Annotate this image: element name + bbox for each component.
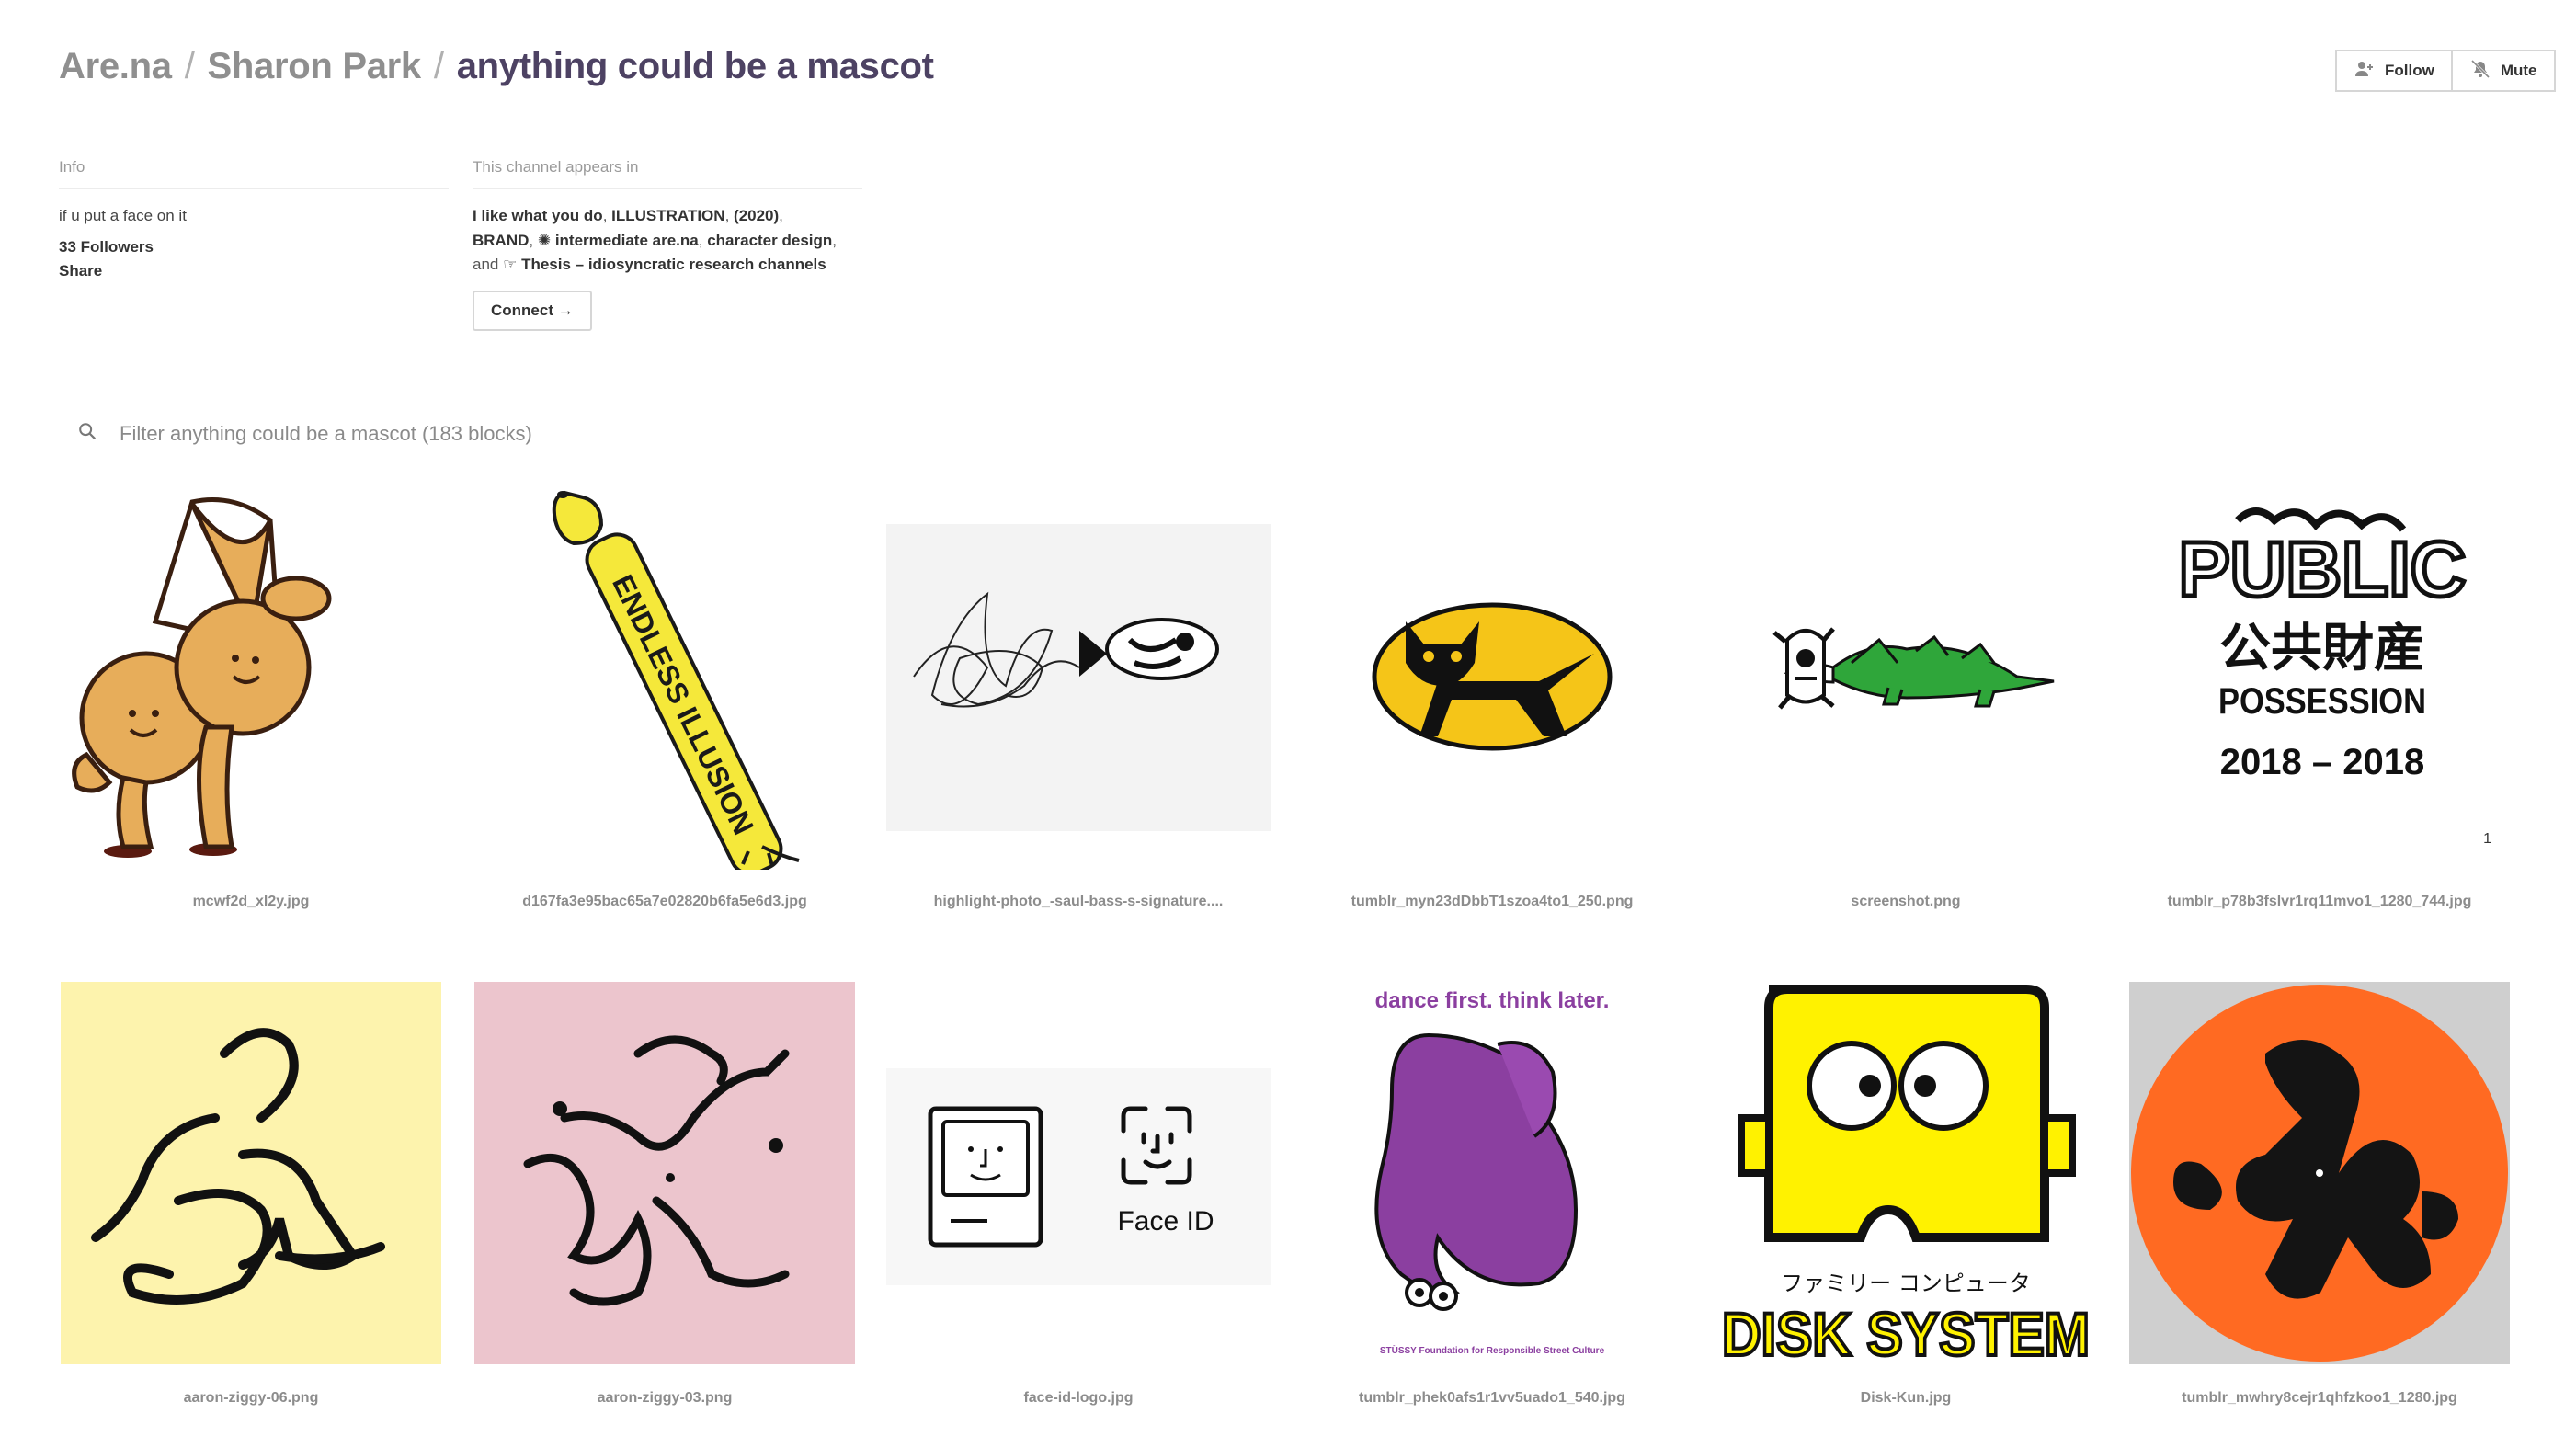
- share-link[interactable]: Share: [59, 259, 449, 283]
- endless-illusion-dachshund-icon: ENDLESS ILLUSION: [552, 490, 800, 870]
- block-item[interactable]: tumblr_myn23dDbbT1szoa4to1_250.png: [1300, 484, 1684, 980]
- block-thumbnail[interactable]: [1300, 484, 1684, 870]
- mute-icon: [2469, 58, 2491, 85]
- follow-button[interactable]: Follow: [2335, 50, 2453, 92]
- block-caption[interactable]: mcwf2d_xl2y.jpg: [59, 894, 443, 910]
- block-thumbnail[interactable]: [59, 484, 443, 870]
- svg-text:PUBLIC: PUBLIC: [2179, 526, 2467, 612]
- block-caption[interactable]: Disk-Kun.jpg: [1714, 1390, 2098, 1407]
- signature-fish-icon: [886, 524, 1271, 831]
- connect-button[interactable]: Connect →: [473, 290, 592, 331]
- breadcrumb-separator: /: [433, 46, 444, 86]
- crocodile-eating-person-icon: [1772, 627, 2055, 710]
- block-item[interactable]: ファミリー コンピュータ DISK SYSTEM Disk-Kun.jpg: [1714, 980, 2098, 1436]
- blocks-grid: mcwf2d_xl2y.jpg ENDLESS ILLUSION d167fa3…: [59, 484, 2512, 1436]
- block-count-badge: 1: [2483, 831, 2491, 847]
- block-thumbnail[interactable]: [59, 980, 443, 1366]
- channel-description: if u put a face on it: [59, 207, 187, 224]
- block-item[interactable]: ENDLESS ILLUSION d167fa3e95bac65a7e02820…: [473, 484, 857, 980]
- yamato-cat-logo-icon: [1372, 602, 1613, 751]
- svg-text:STÜSSY Foundation for Responsi: STÜSSY Foundation for Responsible Street…: [1380, 1344, 1605, 1356]
- block-caption[interactable]: face-id-logo.jpg: [886, 1390, 1271, 1407]
- block-item[interactable]: Face ID face-id-logo.jpg: [886, 980, 1271, 1436]
- svg-text:dance first. think later.: dance first. think later.: [1375, 988, 1610, 1013]
- block-item[interactable]: aaron-ziggy-06.png: [59, 980, 443, 1436]
- channel-link[interactable]: (2020): [734, 207, 779, 224]
- block-caption[interactable]: tumblr_p78b3fslvr1rq11mvo1_1280_744.jpg: [2127, 894, 2512, 910]
- block-caption[interactable]: highlight-photo_-saul-bass-s-signature..…: [886, 894, 1271, 910]
- block-item[interactable]: tumblr_mwhry8cejr1qhfzkoo1_1280.jpg: [2127, 980, 2512, 1436]
- breadcrumb-separator: /: [184, 46, 195, 86]
- block-caption[interactable]: tumblr_mwhry8cejr1qhfzkoo1_1280.jpg: [2127, 1390, 2512, 1407]
- svg-text:ファミリー コンピュータ: ファミリー コンピュータ: [1781, 1271, 2031, 1296]
- channel-actions: Follow Mute: [2335, 50, 2556, 92]
- block-thumbnail[interactable]: PUBLIC 公共財産 POSSESSION 2018 – 2018 1: [2127, 484, 2512, 870]
- svg-text:2018 – 2018: 2018 – 2018: [2220, 742, 2424, 782]
- disk-kun-icon: ファミリー コンピュータ DISK SYSTEM: [1720, 985, 2092, 1366]
- channel-title[interactable]: anything could be a mascot: [457, 46, 934, 87]
- breadcrumb-root-link[interactable]: Are.na: [59, 46, 172, 87]
- mute-label: Mute: [2500, 62, 2537, 79]
- block-caption[interactable]: tumblr_phek0afs1r1vv5uado1_540.jpg: [1300, 1390, 1684, 1407]
- block-thumbnail[interactable]: [886, 484, 1271, 870]
- block-thumbnail[interactable]: [2127, 980, 2512, 1366]
- block-caption[interactable]: d167fa3e95bac65a7e02820b6fa5e6d3.jpg: [473, 894, 857, 910]
- public-possession-logo-icon: PUBLIC 公共財産 POSSESSION 2018 – 2018: [2176, 507, 2468, 782]
- ziggy-figure-pink-icon: [474, 982, 855, 1364]
- filter-bar: [77, 421, 855, 446]
- block-thumbnail[interactable]: [1714, 484, 2098, 870]
- block-thumbnail[interactable]: ENDLESS ILLUSION: [473, 484, 857, 870]
- block-caption[interactable]: screenshot.png: [1714, 894, 2098, 910]
- block-item[interactable]: screenshot.png: [1714, 484, 2098, 980]
- followers-link[interactable]: 33 Followers: [59, 235, 449, 259]
- info-heading: Info: [59, 158, 449, 189]
- block-item[interactable]: dance first. think later. STÜSSY Foundat…: [1300, 980, 1684, 1436]
- block-thumbnail[interactable]: ファミリー コンピュータ DISK SYSTEM: [1714, 980, 2098, 1366]
- channel-link[interactable]: ☞ Thesis – idiosyncratic research channe…: [503, 256, 826, 273]
- channel-link[interactable]: I like what you do: [473, 207, 603, 224]
- block-caption[interactable]: tumblr_myn23dDbbT1szoa4to1_250.png: [1300, 894, 1684, 910]
- purple-elephant-icon: dance first. think later. STÜSSY Foundat…: [1374, 988, 1610, 1356]
- svg-text:公共財産: 公共財産: [2219, 619, 2425, 678]
- svg-text:POSSESSION: POSSESSION: [2218, 681, 2426, 722]
- svg-text:DISK SYSTEM: DISK SYSTEM: [1722, 1300, 2090, 1366]
- block-thumbnail[interactable]: [473, 980, 857, 1366]
- block-item[interactable]: highlight-photo_-saul-bass-s-signature..…: [886, 484, 1271, 980]
- block-thumbnail[interactable]: dance first. think later. STÜSSY Foundat…: [1300, 980, 1684, 1366]
- appears-in-section: This channel appears in I like what you …: [473, 158, 862, 331]
- channel-link[interactable]: ILLUSTRATION: [611, 207, 724, 224]
- block-caption[interactable]: aaron-ziggy-03.png: [473, 1390, 857, 1407]
- mute-button[interactable]: Mute: [2450, 50, 2556, 92]
- add-user-icon: [2354, 58, 2376, 85]
- channel-link[interactable]: character design: [707, 232, 832, 249]
- block-caption[interactable]: aaron-ziggy-06.png: [59, 1390, 443, 1407]
- breadcrumb: Are.na / Sharon Park / anything could be…: [59, 46, 934, 87]
- follow-label: Follow: [2385, 62, 2434, 79]
- channel-link[interactable]: BRAND: [473, 232, 529, 249]
- info-section: Info if u put a face on it 33 Followers …: [59, 158, 449, 283]
- orange-record-mascot-icon: [2129, 982, 2510, 1364]
- connected-channels: I like what you do, ILLUSTRATION, (2020)…: [473, 207, 837, 273]
- channel-link[interactable]: ✺ intermediate are.na: [538, 232, 699, 249]
- block-thumbnail[interactable]: Face ID: [886, 980, 1271, 1366]
- block-item[interactable]: mcwf2d_xl2y.jpg: [59, 484, 443, 980]
- svg-text:Face ID: Face ID: [1117, 1206, 1214, 1237]
- appears-in-heading: This channel appears in: [473, 158, 862, 189]
- face-id-logo-icon: Face ID: [886, 1068, 1271, 1285]
- block-item[interactable]: PUBLIC 公共財産 POSSESSION 2018 – 2018 1 tum…: [2127, 484, 2512, 980]
- search-icon: [77, 421, 97, 446]
- block-item[interactable]: aaron-ziggy-03.png: [473, 980, 857, 1436]
- breadcrumb-user-link[interactable]: Sharon Park: [208, 46, 422, 87]
- ziggy-figure-yellow-icon: [61, 982, 441, 1364]
- filter-input[interactable]: [120, 421, 855, 446]
- music-note-mascot-icon: [72, 497, 332, 858]
- svg-text:ENDLESS ILLUSION: ENDLESS ILLUSION: [606, 570, 760, 840]
